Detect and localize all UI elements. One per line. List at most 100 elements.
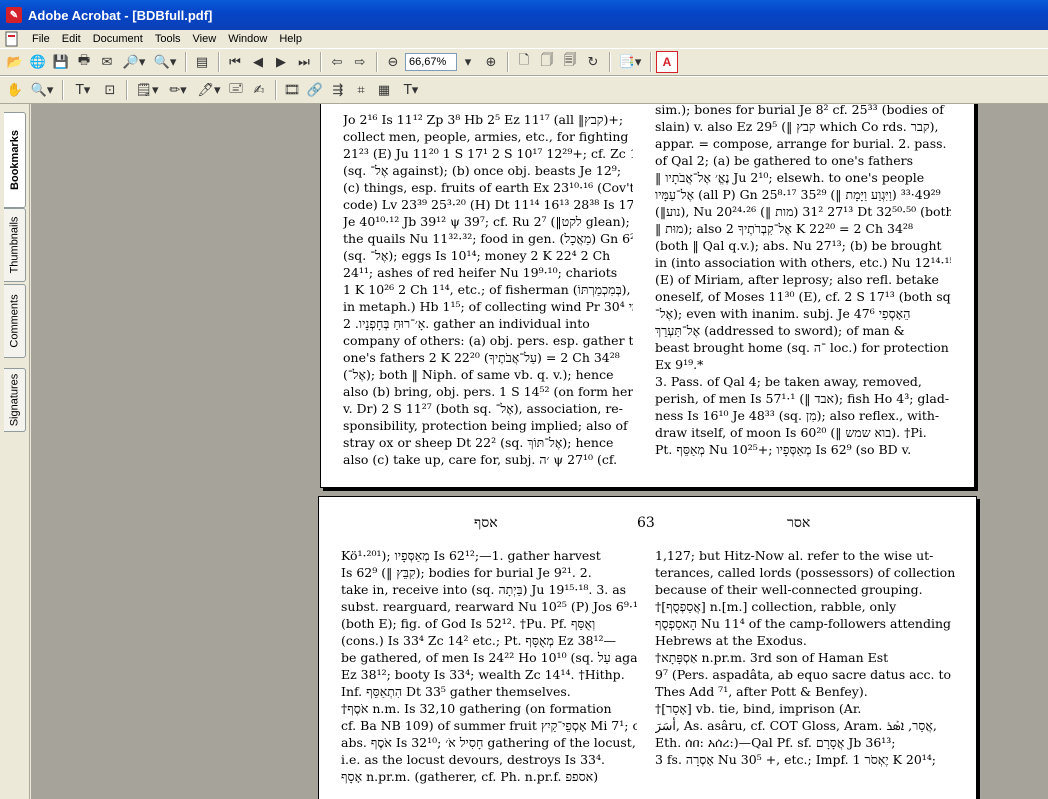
header-right-word: אסר — [787, 515, 811, 531]
separator — [376, 52, 378, 72]
text-line: אֶל־עַמָּיו (all P) Gn 25⁸·¹⁷ 35²⁹ (‖ וַ… — [655, 187, 941, 202]
text-line: Is 62⁹ (‖ קִבֵּץ); bodies for burial Je … — [341, 565, 592, 580]
first-page-icon[interactable]: ⏮ — [224, 51, 246, 73]
fit-width-icon[interactable]: 🗐 — [559, 51, 581, 73]
text-line: the quails Nu 11³²·³²; food in gen. (מַא… — [343, 231, 633, 246]
text-line: v. Dr) 2 S 11²⁷ (both sq. אֶל־), associa… — [343, 401, 623, 416]
last-page-icon[interactable]: ⏭ — [293, 51, 315, 73]
menu-bar: File Edit Document Tools View Window Hel… — [0, 30, 1048, 48]
text-line: 3 fs. אָסְרָה Nu 30⁵ +, etc.; Impf. יֶאְ… — [655, 752, 937, 767]
movie-tool-icon[interactable]: 🎞 — [281, 79, 303, 101]
text-line: sim.); bones for burial Je 8² cf. 25³³ (… — [655, 104, 944, 117]
zoom-input[interactable]: 66,67% — [405, 53, 457, 71]
text-line: אָסָף n.pr.m. (gatherer, cf. Ph. n.pr.f.… — [341, 769, 599, 784]
web-icon[interactable]: 🌐 — [27, 51, 49, 73]
snapshot-tool-icon[interactable]: ⊡ — [99, 79, 121, 101]
text-line: Pt. מְאַסֵּף Nu 10²⁵+; מְאַסְּפָיו Is 62… — [655, 442, 912, 457]
text-line: (sq. אֶל־ against); (b) once obj. beasts… — [343, 163, 622, 178]
previous-view-icon[interactable]: ⇦ — [326, 51, 348, 73]
title-bar: ✎ Adobe Acrobat - [BDBfull.pdf] — [0, 0, 1048, 30]
save-icon[interactable]: 💾 — [50, 51, 72, 73]
text-line: 1,127; but Hitz-Now al. refer to the wis… — [655, 548, 934, 563]
text-line: אָ׳־רוּחַ בְּחָפְנָיו. 2. gather an indi… — [343, 316, 590, 331]
menu-window[interactable]: Window — [222, 30, 273, 48]
text-line: (אֶל־); both ‖ Niph. of same vb. q. v.);… — [343, 367, 614, 382]
menu-edit[interactable]: Edit — [56, 30, 87, 48]
text-line: of Qal 2; (a) be gathered to one's fathe… — [655, 153, 914, 168]
text-line: (both E); fig. of God Is 52¹². †Pu. Pf. … — [341, 616, 596, 631]
next-page-icon[interactable]: ▶ — [270, 51, 292, 73]
stamp-tool-icon[interactable]: 🖃 — [225, 79, 247, 101]
text-line: collect men, people, armies, etc., for f… — [343, 129, 633, 144]
tab-thumbnails[interactable]: Thumbnails — [4, 208, 26, 282]
window-title: Adobe Acrobat - [BDBfull.pdf] — [28, 7, 213, 23]
zoom-out-icon[interactable]: ⊖ — [382, 51, 404, 73]
page1-left-column: Jo 2¹⁶ Is 11¹² Zp 3⁸ Hb 2⁵ Ez 11¹⁷ (all … — [343, 111, 633, 468]
search-icon[interactable]: 🔍▾ — [150, 51, 180, 73]
link-tool-icon[interactable]: 🔗 — [304, 79, 326, 101]
zoom-dropdown-icon[interactable]: ▾ — [457, 51, 479, 73]
search-web-icon[interactable]: 🔎▾ — [119, 51, 149, 73]
hand-tool-icon[interactable]: ✋ — [4, 79, 26, 101]
note-tool-icon[interactable]: 🗒▾ — [132, 79, 162, 101]
text-line: take in, receive into (sq. בַּיְתָה) Ju … — [341, 582, 627, 597]
menu-tools[interactable]: Tools — [149, 30, 187, 48]
text-line: Thes Add ⁷¹, after Pott & Benfey). — [655, 684, 868, 699]
actual-size-icon[interactable]: 🗋 — [513, 51, 535, 73]
pencil-tool-icon[interactable]: ✏▾ — [163, 79, 193, 101]
page2-right-column: 1,127; but Hitz-Now al. refer to the wis… — [655, 547, 955, 768]
text-line: Ez 38¹²; booty Is 33⁴; wealth Zc 14¹⁴. †… — [341, 667, 625, 682]
email-icon[interactable]: ✉ — [96, 51, 118, 73]
text-line: Eth. ሰበ: አሰረ:)—Qal Pf. sf. אֲסָרָם Jb 36… — [655, 735, 896, 750]
tools-toolbar: ✋ 🔍▾ T▾ ⊡ 🗒▾ ✏▾ 🖊▾ 🖃 ✍ 🎞 🔗 ⇶ ⌗ ▦ T▾ — [0, 76, 1048, 104]
file-toolbar: 📂 🌐 💾 🖶 ✉ 🔎▾ 🔍▾ ▤ ⏮ ◀ ▶ ⏭ ⇦ ⇨ ⊖ 66,67% ▾… — [0, 48, 1048, 76]
document-icon[interactable] — [4, 31, 20, 47]
open-icon[interactable]: 📂 — [4, 51, 26, 73]
separator — [507, 52, 509, 72]
separator — [609, 52, 611, 72]
separator — [62, 80, 64, 100]
text-line: (cons.) Is 33⁴ Zc 14² etc.; Pt. מְאֻסָּף… — [341, 633, 617, 648]
article-tool-icon[interactable]: ⇶ — [327, 79, 349, 101]
zoom-in-icon[interactable]: ⊕ — [480, 51, 502, 73]
document-view[interactable]: Jo 2¹⁶ Is 11¹² Zp 3⁸ Hb 2⁵ Ez 11¹⁷ (all … — [31, 104, 1048, 799]
page1-right-column: sim.); bones for burial Je 8² cf. 25³³ (… — [655, 104, 951, 458]
menu-view[interactable]: View — [187, 30, 223, 48]
text-line: †אֹסֶף n.m. Is 32,10 gathering (on forma… — [341, 701, 612, 716]
adobe-logo-icon[interactable]: A — [656, 51, 678, 73]
pdf-page-62: Jo 2¹⁶ Is 11¹² Zp 3⁸ Hb 2⁵ Ez 11¹⁷ (all … — [320, 104, 975, 488]
separator — [126, 80, 128, 100]
tab-signatures[interactable]: Signatures — [4, 368, 26, 432]
show-hide-navigation-icon[interactable]: ▤ — [191, 51, 213, 73]
create-pdf-icon[interactable]: 📑▾ — [615, 51, 645, 73]
text-line: sponsibility, protection being implied; … — [343, 418, 628, 433]
crop-tool-icon[interactable]: ⌗ — [350, 79, 372, 101]
text-line: because of their well-connected grouping… — [655, 582, 923, 597]
text-line: ‖ נֶאֱ׳ אֶל־אֲבֹתָיו Ju 2¹⁰; elsewh. to … — [655, 170, 925, 185]
rotate-view-icon[interactable]: ↻ — [582, 51, 604, 73]
form-tool-icon[interactable]: ▦ — [373, 79, 395, 101]
tab-label: Signatures — [8, 373, 21, 427]
tab-bookmarks[interactable]: Bookmarks — [4, 112, 26, 208]
text-line: (‖נוע), Nu 20²⁴·²⁶ (‖ מות) 27¹³ 31² Dt 3… — [655, 204, 951, 219]
text-line: אֶל־); even with inanim. subj. Je 47⁶ הֵ… — [655, 306, 911, 321]
print-icon[interactable]: 🖶 — [73, 51, 95, 73]
tab-comments[interactable]: Comments — [4, 284, 26, 358]
zoom-tool-icon[interactable]: 🔍▾ — [27, 79, 57, 101]
previous-page-icon[interactable]: ◀ — [247, 51, 269, 73]
touchup-text-tool-icon[interactable]: T▾ — [396, 79, 426, 101]
text-select-tool-icon[interactable]: T▾ — [68, 79, 98, 101]
highlight-tool-icon[interactable]: 🖊▾ — [194, 79, 224, 101]
menu-help[interactable]: Help — [273, 30, 308, 48]
menu-document[interactable]: Document — [87, 30, 149, 48]
tab-label: Bookmarks — [8, 130, 21, 190]
next-view-icon[interactable]: ⇨ — [349, 51, 371, 73]
text-line: הָאסַפְסֻף Nu 11⁴ of the camp-followers … — [655, 616, 951, 631]
text-line: 1 K 10²⁶ 2 Ch 1¹⁴, etc.; of fisherman (ב… — [343, 282, 631, 297]
separator — [650, 52, 652, 72]
sign-tool-icon[interactable]: ✍ — [248, 79, 270, 101]
menu-file[interactable]: File — [26, 30, 56, 48]
text-line: Je 40¹⁰·¹² Jb 39¹² ψ 39⁷; cf. Ru 2⁷ (‖לק… — [343, 214, 630, 229]
fit-page-icon[interactable]: 🗍 — [536, 51, 558, 73]
text-line: 24¹¹; ashes of red heifer Nu 19⁹·¹⁰; cha… — [343, 265, 618, 280]
